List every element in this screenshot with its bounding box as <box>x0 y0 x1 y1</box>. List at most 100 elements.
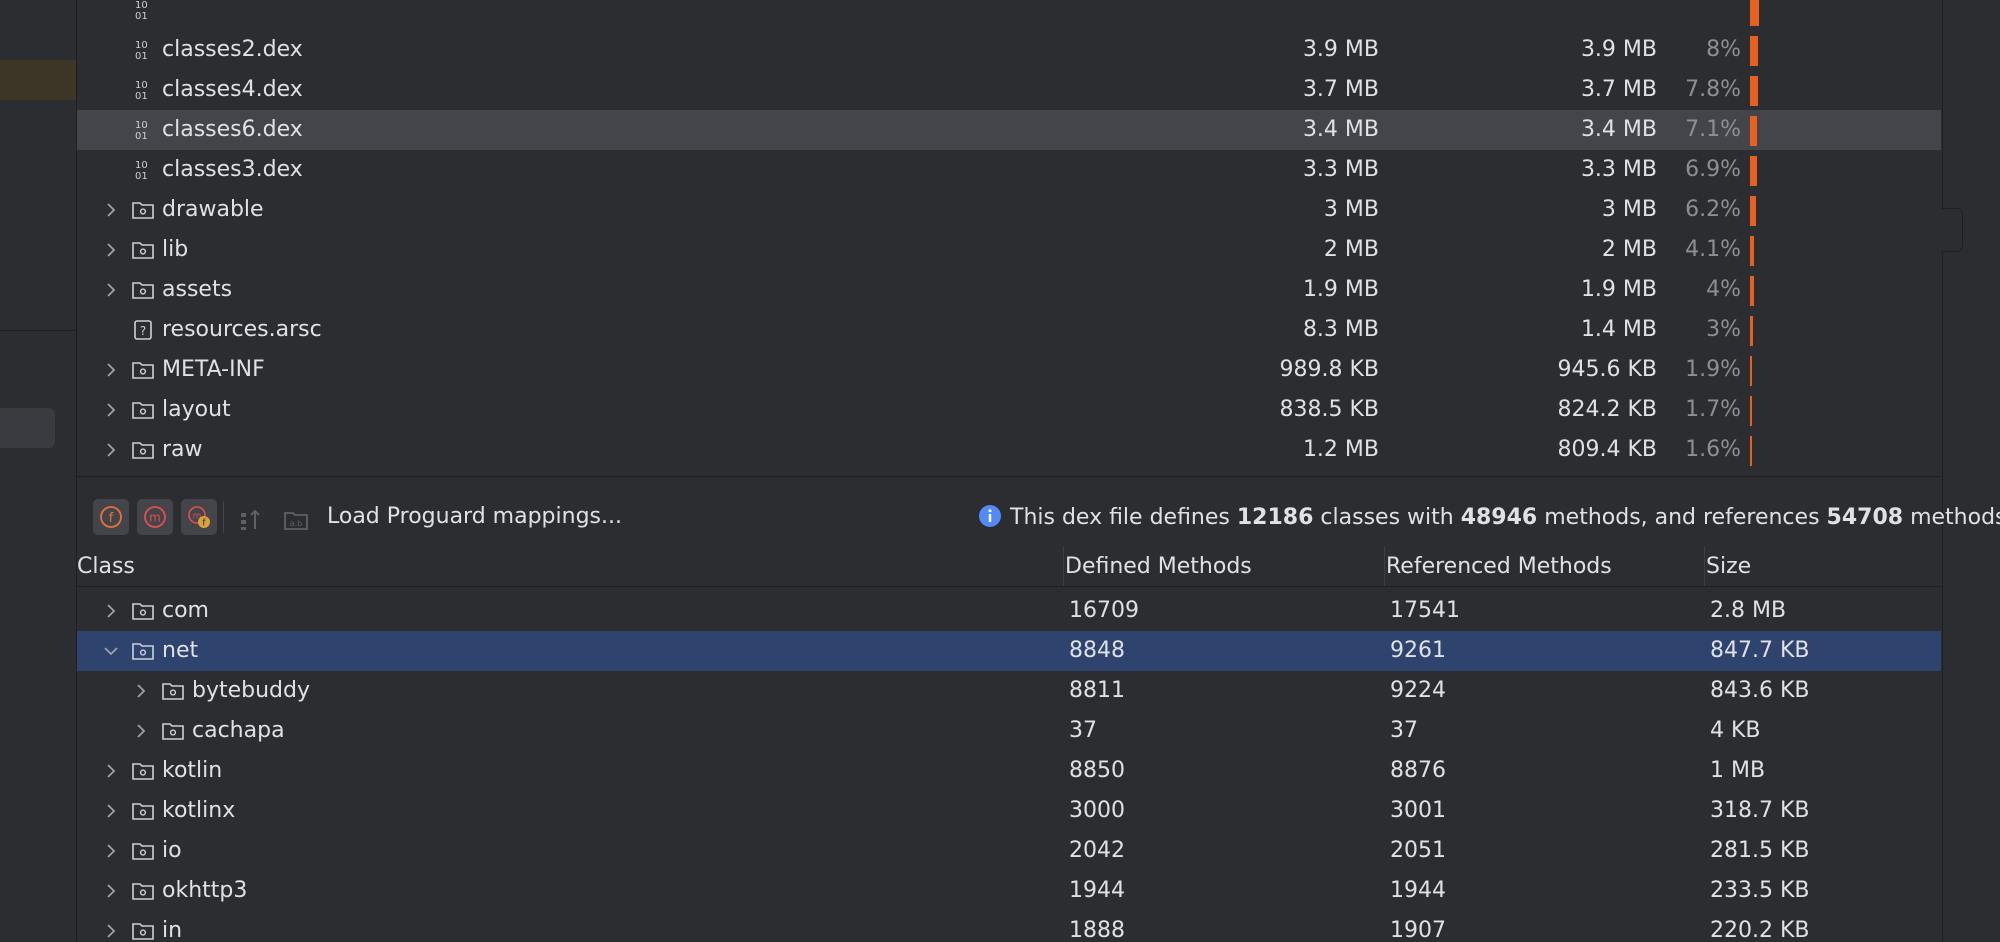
column-header-defined-methods[interactable]: Defined Methods <box>1065 554 1252 579</box>
folder-icon <box>131 398 155 422</box>
binary-file-icon: 10 01 <box>131 38 155 62</box>
reference-count: 54708 <box>1826 505 1904 530</box>
referenced-methods-count: 2051 <box>1390 838 1446 863</box>
package-folder-icon <box>161 719 185 743</box>
svg-text:10: 10 <box>135 40 148 51</box>
show-referenced-toggle[interactable]: m f <box>181 499 217 535</box>
chevron-right-icon[interactable] <box>99 358 123 382</box>
column-divider[interactable] <box>1704 546 1705 586</box>
defined-methods-count: 8848 <box>1069 638 1125 663</box>
package-size: 318.7 KB <box>1710 798 1810 823</box>
column-divider[interactable] <box>1384 546 1385 586</box>
referenced-methods-count: 1907 <box>1390 918 1446 942</box>
chevron-right-icon[interactable] <box>99 919 123 942</box>
info-icon <box>979 505 1001 527</box>
chevron-right-icon[interactable] <box>99 438 123 462</box>
column-divider[interactable] <box>1063 546 1064 586</box>
apk-file-row[interactable]: 10 01 classes2.dex 3.9 MB 3.9 MB 8% <box>77 30 1941 70</box>
chevron-right-icon[interactable] <box>99 839 123 863</box>
svg-text:10: 10 <box>135 0 148 11</box>
package-name: kotlinx <box>162 798 236 823</box>
apk-file-row[interactable]: 10 01 <box>77 0 1941 30</box>
folder-icon <box>131 438 155 462</box>
class-tree-row[interactable]: cachapa 37 37 4 KB <box>77 711 1941 751</box>
size-bar <box>1750 236 1754 266</box>
class-tree-row[interactable]: in 1888 1907 220.2 KB <box>77 911 1941 942</box>
file-name: raw <box>162 437 203 462</box>
package-name: kotlin <box>162 758 223 783</box>
left-strip-divider <box>0 330 76 331</box>
apk-file-row[interactable]: META-INF 989.8 KB 945.6 KB 1.9% <box>77 350 1941 390</box>
defined-methods-count: 2042 <box>1069 838 1125 863</box>
info-text-mid2: methods, and references <box>1537 505 1827 530</box>
referenced-methods-count: 17541 <box>1390 598 1460 623</box>
package-size: 1 MB <box>1710 758 1766 783</box>
size-bar <box>1750 436 1752 466</box>
chevron-down-icon[interactable] <box>99 639 123 663</box>
size-bar <box>1750 276 1754 306</box>
package-folder-icon <box>161 679 185 703</box>
chevron-right-icon[interactable] <box>99 759 123 783</box>
show-methods-toggle[interactable]: m <box>137 499 173 535</box>
chevron-right-icon[interactable] <box>99 879 123 903</box>
apk-file-row[interactable]: 10 01 classes6.dex 3.4 MB 3.4 MB 7.1% <box>77 110 1941 150</box>
chevron-right-icon[interactable] <box>99 238 123 262</box>
svg-text:01: 01 <box>135 11 148 22</box>
class-tree-row[interactable]: kotlin 8850 8876 1 MB <box>77 751 1941 791</box>
raw-file-size: 2 MB <box>1323 237 1379 262</box>
defined-methods-count: 16709 <box>1069 598 1139 623</box>
chevron-right-icon[interactable] <box>99 278 123 302</box>
chevron-right-icon[interactable] <box>99 198 123 222</box>
class-tree-row[interactable]: okhttp3 1944 1944 233.5 KB <box>77 871 1941 911</box>
class-tree-row[interactable]: io 2042 2051 281.5 KB <box>77 831 1941 871</box>
load-proguard-mappings-button[interactable]: Load Proguard mappings... <box>327 504 622 529</box>
percent-of-total: 4.1% <box>1685 237 1741 262</box>
chevron-right-icon[interactable] <box>99 799 123 823</box>
left-strip-tab[interactable] <box>0 408 55 448</box>
raw-file-size: 3.3 MB <box>1302 157 1379 182</box>
proguard-folder-icon[interactable]: a.b <box>283 505 311 533</box>
raw-file-size: 8.3 MB <box>1302 317 1379 342</box>
apk-file-row[interactable]: assets 1.9 MB 1.9 MB 4% <box>77 270 1941 310</box>
package-name: cachapa <box>192 718 285 743</box>
apk-file-row[interactable]: ? resources.arsc 8.3 MB 1.4 MB 3% <box>77 310 1941 350</box>
size-bar <box>1750 36 1758 66</box>
percent-of-total: 1.6% <box>1685 437 1741 462</box>
download-size: 1.4 MB <box>1580 317 1657 342</box>
class-tree-row[interactable]: bytebuddy 8811 9224 843.6 KB <box>77 671 1941 711</box>
toolbar-separator <box>223 501 224 533</box>
tree-sort-icon[interactable] <box>237 505 265 533</box>
svg-text:01: 01 <box>135 171 148 182</box>
defined-methods-count: 1888 <box>1069 918 1125 942</box>
apk-file-row[interactable]: drawable 3 MB 3 MB 6.2% <box>77 190 1941 230</box>
apk-file-row[interactable]: lib 2 MB 2 MB 4.1% <box>77 230 1941 270</box>
svg-text:10: 10 <box>135 120 148 131</box>
chevron-right-icon[interactable] <box>129 679 153 703</box>
referenced-methods-count: 9261 <box>1390 638 1446 663</box>
class-tree-row[interactable]: net 8848 9261 847.7 KB <box>77 631 1941 671</box>
class-tree-row[interactable]: com 16709 17541 2.8 MB <box>77 591 1941 631</box>
show-fields-toggle[interactable]: f <box>93 499 129 535</box>
info-text-suffix: methods. <box>1910 505 2000 530</box>
apk-file-row[interactable]: raw 1.2 MB 809.4 KB 1.6% <box>77 430 1941 470</box>
column-header-referenced-methods[interactable]: Referenced Methods <box>1386 554 1612 579</box>
chevron-right-icon[interactable] <box>129 719 153 743</box>
package-name: net <box>162 638 199 663</box>
percent-of-total: 3% <box>1706 317 1741 342</box>
raw-file-size: 989.8 KB <box>1279 357 1380 382</box>
file-name: classes6.dex <box>162 117 303 142</box>
right-strip-tab[interactable] <box>1942 208 1963 252</box>
chevron-right-icon[interactable] <box>99 398 123 422</box>
download-size: 809.4 KB <box>1557 437 1658 462</box>
apk-file-row[interactable]: layout 838.5 KB 824.2 KB 1.7% <box>77 390 1941 430</box>
column-header-size[interactable]: Size <box>1706 554 1751 579</box>
package-size: 843.6 KB <box>1710 678 1810 703</box>
chevron-right-icon[interactable] <box>99 599 123 623</box>
folder-icon <box>131 358 155 382</box>
column-header-class[interactable]: Class <box>77 554 135 579</box>
apk-file-row[interactable]: 10 01 classes3.dex 3.3 MB 3.3 MB 6.9% <box>77 150 1941 190</box>
apk-file-row[interactable]: 10 01 classes4.dex 3.7 MB 3.7 MB 7.8% <box>77 70 1941 110</box>
download-size: 2 MB <box>1601 237 1657 262</box>
class-tree-row[interactable]: kotlinx 3000 3001 318.7 KB <box>77 791 1941 831</box>
size-bar <box>1750 156 1757 186</box>
